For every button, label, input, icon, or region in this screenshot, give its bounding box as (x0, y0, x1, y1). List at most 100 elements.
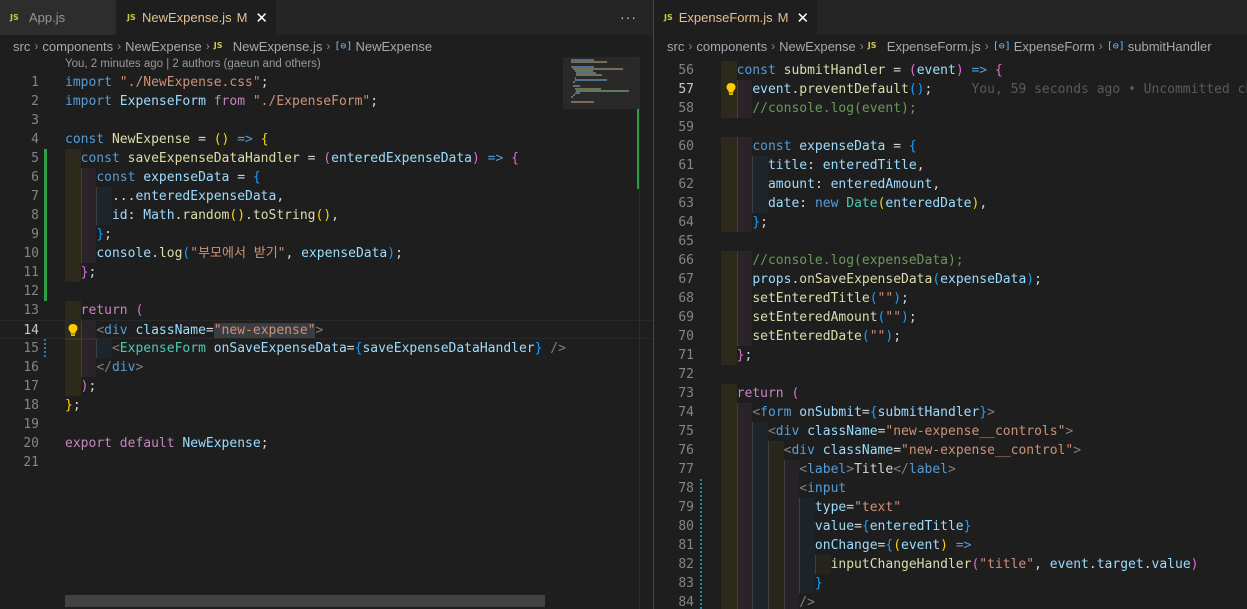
code-line[interactable]: 21 (0, 453, 653, 472)
minimap[interactable] (563, 57, 640, 609)
line-number[interactable]: 5 (0, 149, 39, 168)
horizontal-scrollbar[interactable] (65, 595, 545, 607)
code-line[interactable]: 67 props.onSaveExpenseData(expenseData); (654, 270, 1247, 289)
vertical-scrollbar[interactable] (1233, 57, 1247, 609)
breadcrumb-item[interactable]: components (696, 39, 767, 54)
breadcrumb-item[interactable]: components (42, 39, 113, 54)
tab-expenseform-js[interactable]: JS ExpenseForm.js M ✕ (654, 0, 818, 35)
line-number[interactable]: 84 (654, 593, 694, 609)
tab-app-js[interactable]: JS App.js (0, 0, 116, 35)
line-number[interactable]: 80 (654, 517, 694, 536)
code-editor[interactable]: You, 2 minutes ago | 2 authors (gaeun an… (0, 57, 653, 609)
line-number[interactable]: 78 (654, 479, 694, 498)
line-number[interactable]: 19 (0, 415, 39, 434)
line-number[interactable]: 74 (654, 403, 694, 422)
code-line[interactable]: 65 (654, 232, 1247, 251)
code-line[interactable]: 72 (654, 365, 1247, 384)
code-line[interactable]: 14 <div className="new-expense"> (0, 320, 653, 340)
line-number[interactable]: 67 (654, 270, 694, 289)
code-line[interactable]: 15 <ExpenseForm onSaveExpenseData={saveE… (0, 339, 653, 358)
line-number[interactable]: 70 (654, 327, 694, 346)
code-line[interactable]: 13 return ( (0, 301, 653, 320)
breadcrumb-file[interactable]: NewExpense.js (233, 39, 323, 54)
line-number[interactable]: 83 (654, 574, 694, 593)
line-number[interactable]: 77 (654, 460, 694, 479)
line-number[interactable]: 2 (0, 92, 39, 111)
code-line[interactable]: 4 const NewExpense = () => { (0, 130, 653, 149)
close-icon[interactable]: ✕ (255, 9, 268, 27)
code-line[interactable]: 3 (0, 111, 653, 130)
code-line[interactable]: 7 ...enteredExpenseData, (0, 187, 653, 206)
line-number[interactable]: 82 (654, 555, 694, 574)
code-line[interactable]: 2 import ExpenseForm from "./ExpenseForm"… (0, 92, 653, 111)
code-line[interactable]: 57 event.preventDefault(); You, 59 secon… (654, 80, 1247, 99)
line-number[interactable]: 58 (654, 99, 694, 118)
line-number[interactable]: 79 (654, 498, 694, 517)
code-line[interactable]: 74 <form onSubmit={submitHandler}> (654, 403, 1247, 422)
line-number[interactable]: 65 (654, 232, 694, 251)
code-line[interactable]: 71 }; (654, 346, 1247, 365)
line-number[interactable]: 62 (654, 175, 694, 194)
code-line[interactable]: 83 } (654, 574, 1247, 593)
code-line[interactable]: 70 setEnteredDate(""); (654, 327, 1247, 346)
line-number[interactable]: 12 (0, 282, 39, 301)
code-line[interactable]: 79 type="text" (654, 498, 1247, 517)
code-line[interactable]: 64 }; (654, 213, 1247, 232)
git-change-indicator[interactable] (700, 479, 702, 609)
line-number[interactable]: 71 (654, 346, 694, 365)
code-line[interactable]: 82 inputChangeHandler("title", event.tar… (654, 555, 1247, 574)
breadcrumb-item[interactable]: NewExpense (125, 39, 202, 54)
vertical-scrollbar[interactable] (639, 57, 653, 609)
code-line[interactable]: 77 <label>Title</label> (654, 460, 1247, 479)
codelens-authors[interactable]: You, 2 minutes ago | 2 authors (gaeun an… (65, 58, 321, 74)
tab-newexpense-js[interactable]: JS NewExpense.js M ✕ (117, 0, 277, 35)
code-line[interactable]: 10 console.log("부모에서 받기", expenseData); (0, 244, 653, 263)
line-number[interactable]: 59 (654, 118, 694, 137)
line-number[interactable]: 6 (0, 168, 39, 187)
line-number[interactable]: 73 (654, 384, 694, 403)
code-line[interactable]: 17 ); (0, 377, 653, 396)
code-line[interactable]: 81 onChange={(event) => (654, 536, 1247, 555)
git-change-indicator[interactable] (44, 149, 47, 301)
breadcrumb-file[interactable]: ExpenseForm.js (887, 39, 981, 54)
code-line[interactable]: 75 <div className="new-expense__controls… (654, 422, 1247, 441)
breadcrumb-item[interactable]: src (667, 39, 684, 54)
line-number[interactable]: 7 (0, 187, 39, 206)
line-number[interactable]: 64 (654, 213, 694, 232)
code-line[interactable]: 62 amount: enteredAmount, (654, 175, 1247, 194)
code-line[interactable]: 9 }; (0, 225, 653, 244)
lightbulb-icon[interactable] (67, 323, 79, 337)
line-number[interactable]: 63 (654, 194, 694, 213)
line-number[interactable]: 66 (654, 251, 694, 270)
line-number[interactable]: 76 (654, 441, 694, 460)
breadcrumb-item[interactable]: src (13, 39, 30, 54)
line-number[interactable]: 72 (654, 365, 694, 384)
line-number[interactable]: 16 (0, 358, 39, 377)
line-number[interactable]: 3 (0, 111, 39, 130)
line-number[interactable]: 75 (654, 422, 694, 441)
code-line[interactable]: 20 export default NewExpense; (0, 434, 653, 453)
code-line[interactable]: 6 const expenseData = { (0, 168, 653, 187)
line-number[interactable]: 4 (0, 130, 39, 149)
minimap-slider[interactable] (563, 57, 639, 109)
line-number[interactable]: 69 (654, 308, 694, 327)
git-change-indicator[interactable] (44, 339, 46, 358)
lightbulb-icon[interactable] (725, 82, 737, 96)
code-line[interactable]: 69 setEnteredAmount(""); (654, 308, 1247, 327)
code-line[interactable]: 1 import "./NewExpense.css"; (0, 73, 653, 92)
line-number[interactable]: 81 (654, 536, 694, 555)
close-icon[interactable]: ✕ (797, 9, 810, 27)
code-line[interactable]: 5 const saveExpenseDataHandler = (entere… (0, 149, 653, 168)
line-number[interactable]: 15 (0, 339, 39, 358)
code-editor[interactable]: 56 const submitHandler = (event) => {57 … (654, 57, 1247, 609)
code-line[interactable]: 61 title: enteredTitle, (654, 156, 1247, 175)
line-number[interactable]: 8 (0, 206, 39, 225)
line-number[interactable]: 13 (0, 301, 39, 320)
line-number[interactable]: 11 (0, 263, 39, 282)
breadcrumb-symbol[interactable]: NewExpense (355, 39, 432, 54)
line-number[interactable]: 57 (654, 80, 694, 99)
breadcrumb-item[interactable]: NewExpense (779, 39, 856, 54)
code-line[interactable]: 84 /> (654, 593, 1247, 609)
line-number[interactable]: 60 (654, 137, 694, 156)
code-line[interactable]: 73 return ( (654, 384, 1247, 403)
